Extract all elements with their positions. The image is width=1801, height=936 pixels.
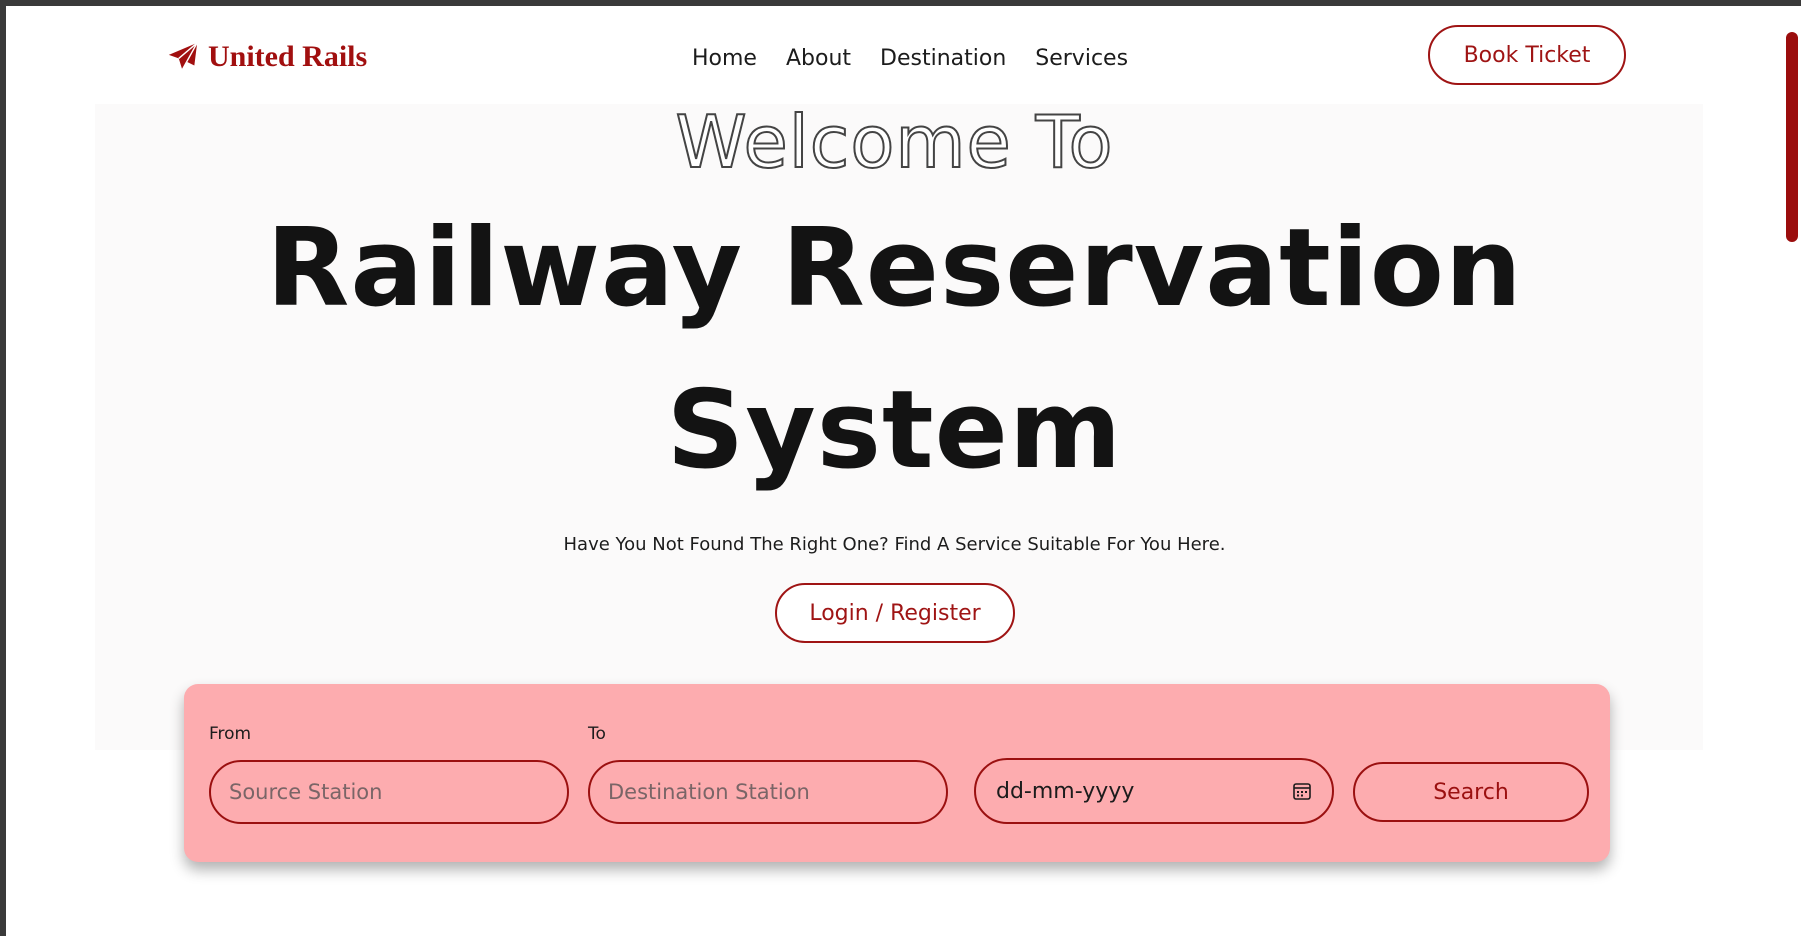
nav-link-home[interactable]: Home	[692, 46, 757, 71]
from-label: From	[209, 724, 252, 744]
travel-date-input[interactable]: dd-mm-yyyy	[974, 758, 1334, 824]
hero-welcome-text: Welcome To	[674, 99, 1114, 185]
brand-name: United Rails	[208, 40, 368, 73]
brand-logo[interactable]: United Rails	[166, 40, 367, 74]
search-button[interactable]: Search	[1353, 762, 1589, 822]
hero-title-line-1: Railway Reservation	[266, 206, 1523, 331]
navbar: United Rails Home About Destination Serv…	[6, 6, 1783, 106]
source-station-input[interactable]	[209, 760, 569, 824]
paper-plane-icon	[168, 42, 198, 71]
scrollbar[interactable]	[1783, 6, 1801, 936]
to-label: To	[588, 724, 606, 744]
nav-link-about[interactable]: About	[786, 46, 851, 71]
login-register-button[interactable]: Login / Register	[775, 583, 1015, 643]
nav-link-destination[interactable]: Destination	[880, 46, 1006, 71]
browser-viewport: United Rails Home About Destination Serv…	[6, 6, 1783, 936]
main-nav: Home About Destination Services	[692, 46, 1128, 71]
hero-title-line-2: System	[666, 368, 1123, 493]
nav-link-services[interactable]: Services	[1035, 46, 1128, 71]
calendar-icon[interactable]	[1292, 781, 1312, 801]
destination-station-input[interactable]	[588, 760, 948, 824]
scrollbar-thumb[interactable]	[1786, 32, 1798, 242]
search-panel: From To dd-mm-yyyy Search	[184, 684, 1610, 862]
date-placeholder: dd-mm-yyyy	[996, 778, 1135, 804]
book-ticket-button[interactable]: Book Ticket	[1428, 25, 1626, 85]
hero-subtitle: Have You Not Found The Right One? Find A…	[563, 534, 1226, 555]
